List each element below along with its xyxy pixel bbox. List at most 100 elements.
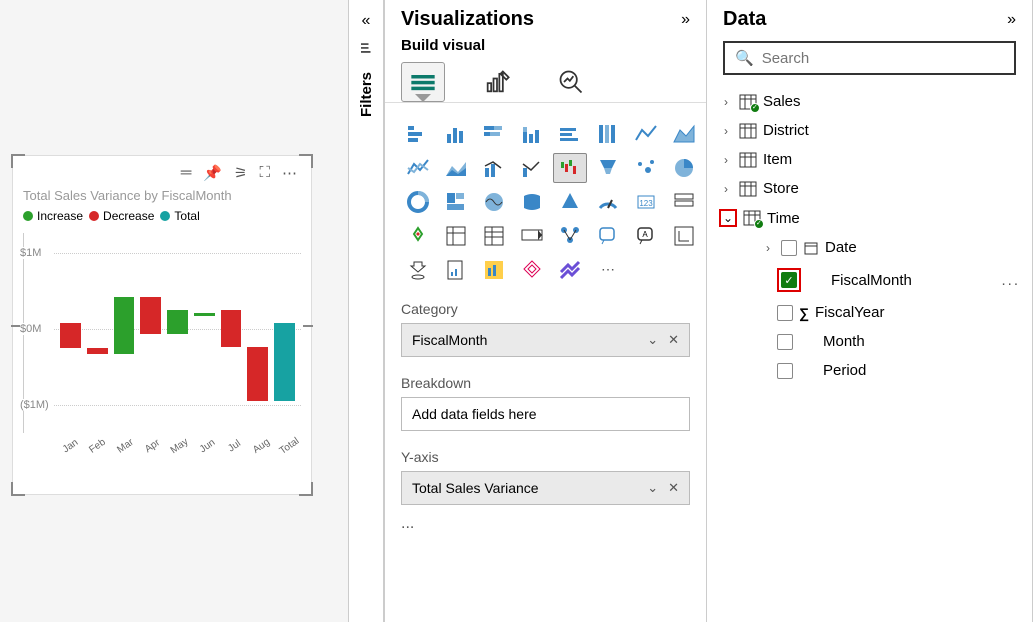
viz-type-12[interactable] [553,153,587,183]
svg-text:123: 123 [639,199,653,208]
chevron-down-icon[interactable]: ⌄ [719,209,737,227]
breakdown-field-well[interactable]: Add data fields here [401,397,690,431]
checkbox[interactable] [777,305,793,321]
visualizations-pane: Visualizations » Build visual 123A⋯ Cate… [384,0,706,622]
viz-type-34[interactable] [477,255,511,285]
ytick: ($1M) [20,399,53,411]
build-visual-tab[interactable] [401,62,445,102]
category-field-well[interactable]: FiscalMonth ⌄ ✕ [401,323,690,357]
ytick: $0M [20,323,45,335]
viz-type-24[interactable] [401,221,435,251]
checkbox[interactable] [777,334,793,350]
filter-icon[interactable]: ⚞ [234,164,247,182]
legend-decrease: Decrease [103,209,154,223]
viz-type-16[interactable] [401,187,435,217]
legend-increase: Increase [37,209,83,223]
table-district[interactable]: ›District [717,116,1022,145]
viz-type-29[interactable] [591,221,625,251]
viz-type-11[interactable] [515,153,549,183]
filters-label: Filters [358,72,375,117]
viz-type-2[interactable] [477,119,511,149]
viz-type-3[interactable] [515,119,549,149]
field-fiscalmonth[interactable]: ✓FiscalMonth... [717,262,1022,298]
viz-type-22[interactable]: 123 [629,187,663,217]
viz-type-1[interactable] [439,119,473,149]
calendar-icon [803,240,819,256]
yaxis-field-value: Total Sales Variance [412,480,539,496]
search-box[interactable]: 🔍 [723,41,1016,75]
filters-pane-collapsed[interactable]: « ııI Filters [348,0,384,622]
viz-type-18[interactable] [477,187,511,217]
table-time[interactable]: ⌄Time [717,203,1022,233]
x-axis-labels: JanFebMarAprMayJunJulAugTotal [57,439,301,460]
viz-type-23[interactable] [667,187,701,217]
viz-type-6[interactable] [629,119,663,149]
ytick: $1M [20,247,45,259]
viz-type-35[interactable] [515,255,549,285]
analytics-tab[interactable] [549,62,593,102]
viz-type-31[interactable] [667,221,701,251]
field-fiscalyear[interactable]: ∑FiscalYear [717,298,1022,327]
viz-type-7[interactable] [667,119,701,149]
search-icon: 🔍 [735,49,754,67]
checkbox[interactable] [781,240,797,256]
collapse-data-icon[interactable]: » [1007,11,1016,29]
viz-type-27[interactable] [515,221,549,251]
visualizations-title: Visualizations [401,8,534,31]
chart-plot-area: $1M $0M ($1M) [23,233,301,433]
viz-type-20[interactable] [553,187,587,217]
pin-icon[interactable]: 📌 [203,164,222,182]
viz-type-5[interactable] [591,119,625,149]
drag-handle-icon[interactable]: ═ [181,164,192,182]
chevron-down-icon[interactable]: ⌄ [647,480,658,496]
viz-type-37[interactable]: ⋯ [591,255,625,285]
remove-field-icon[interactable]: ✕ [668,332,679,348]
more-options-icon[interactable]: ⋯ [282,164,297,182]
table-item[interactable]: ›Item [717,145,1022,174]
field-date[interactable]: ›Date [717,233,1022,262]
viz-type-9[interactable] [439,153,473,183]
checkbox-checked[interactable]: ✓ [781,272,797,288]
field-period[interactable]: Period [717,356,1022,385]
search-input[interactable] [762,50,1004,67]
chevron-down-icon[interactable]: ⌄ [647,332,658,348]
field-month[interactable]: Month [717,327,1022,356]
remove-field-icon[interactable]: ✕ [668,480,679,496]
focus-mode-icon[interactable]: ⛶ [259,164,270,182]
viz-type-15[interactable] [667,153,701,183]
viz-type-21[interactable] [591,187,625,217]
viz-type-0[interactable] [401,119,435,149]
viz-type-8[interactable] [401,153,435,183]
checkbox[interactable] [777,363,793,379]
category-field-value: FiscalMonth [412,332,487,348]
viz-type-14[interactable] [629,153,663,183]
viz-type-33[interactable] [439,255,473,285]
yaxis-field-well[interactable]: Total Sales Variance ⌄ ✕ [401,471,690,505]
viz-type-17[interactable] [439,187,473,217]
collapse-viz-icon[interactable]: » [681,11,690,29]
category-section-label: Category [385,293,706,319]
viz-type-13[interactable] [591,153,625,183]
chart-title: Total Sales Variance by FiscalMonth [13,186,311,209]
viz-type-19[interactable] [515,187,549,217]
viz-type-28[interactable] [553,221,587,251]
viz-type-32[interactable] [401,255,435,285]
table-store[interactable]: ›Store [717,174,1022,203]
more-fields[interactable]: ... [385,515,706,533]
format-visual-tab[interactable] [475,62,519,102]
viz-type-25[interactable] [439,221,473,251]
field-more-icon[interactable]: ... [1001,272,1020,289]
fields-tree: ›Sales ›District ›Item ›Store ⌄Time ›Dat… [707,87,1032,385]
breakdown-placeholder: Add data fields here [412,406,537,422]
report-canvas[interactable]: ═ 📌 ⚞ ⛶ ⋯ Total Sales Variance by Fiscal… [0,0,348,622]
viz-type-30[interactable]: A [629,221,663,251]
viz-type-4[interactable] [553,119,587,149]
viz-type-26[interactable] [477,221,511,251]
waterfall-chart-visual[interactable]: ═ 📌 ⚞ ⛶ ⋯ Total Sales Variance by Fiscal… [12,155,312,495]
chart-legend: Increase Decrease Total [13,209,311,233]
viz-type-10[interactable] [477,153,511,183]
expand-filters-icon[interactable]: « [362,12,371,30]
data-pane: Data » 🔍 ›Sales ›District ›Item ›Store ⌄… [706,0,1033,622]
viz-type-36[interactable] [553,255,587,285]
table-sales[interactable]: ›Sales [717,87,1022,116]
